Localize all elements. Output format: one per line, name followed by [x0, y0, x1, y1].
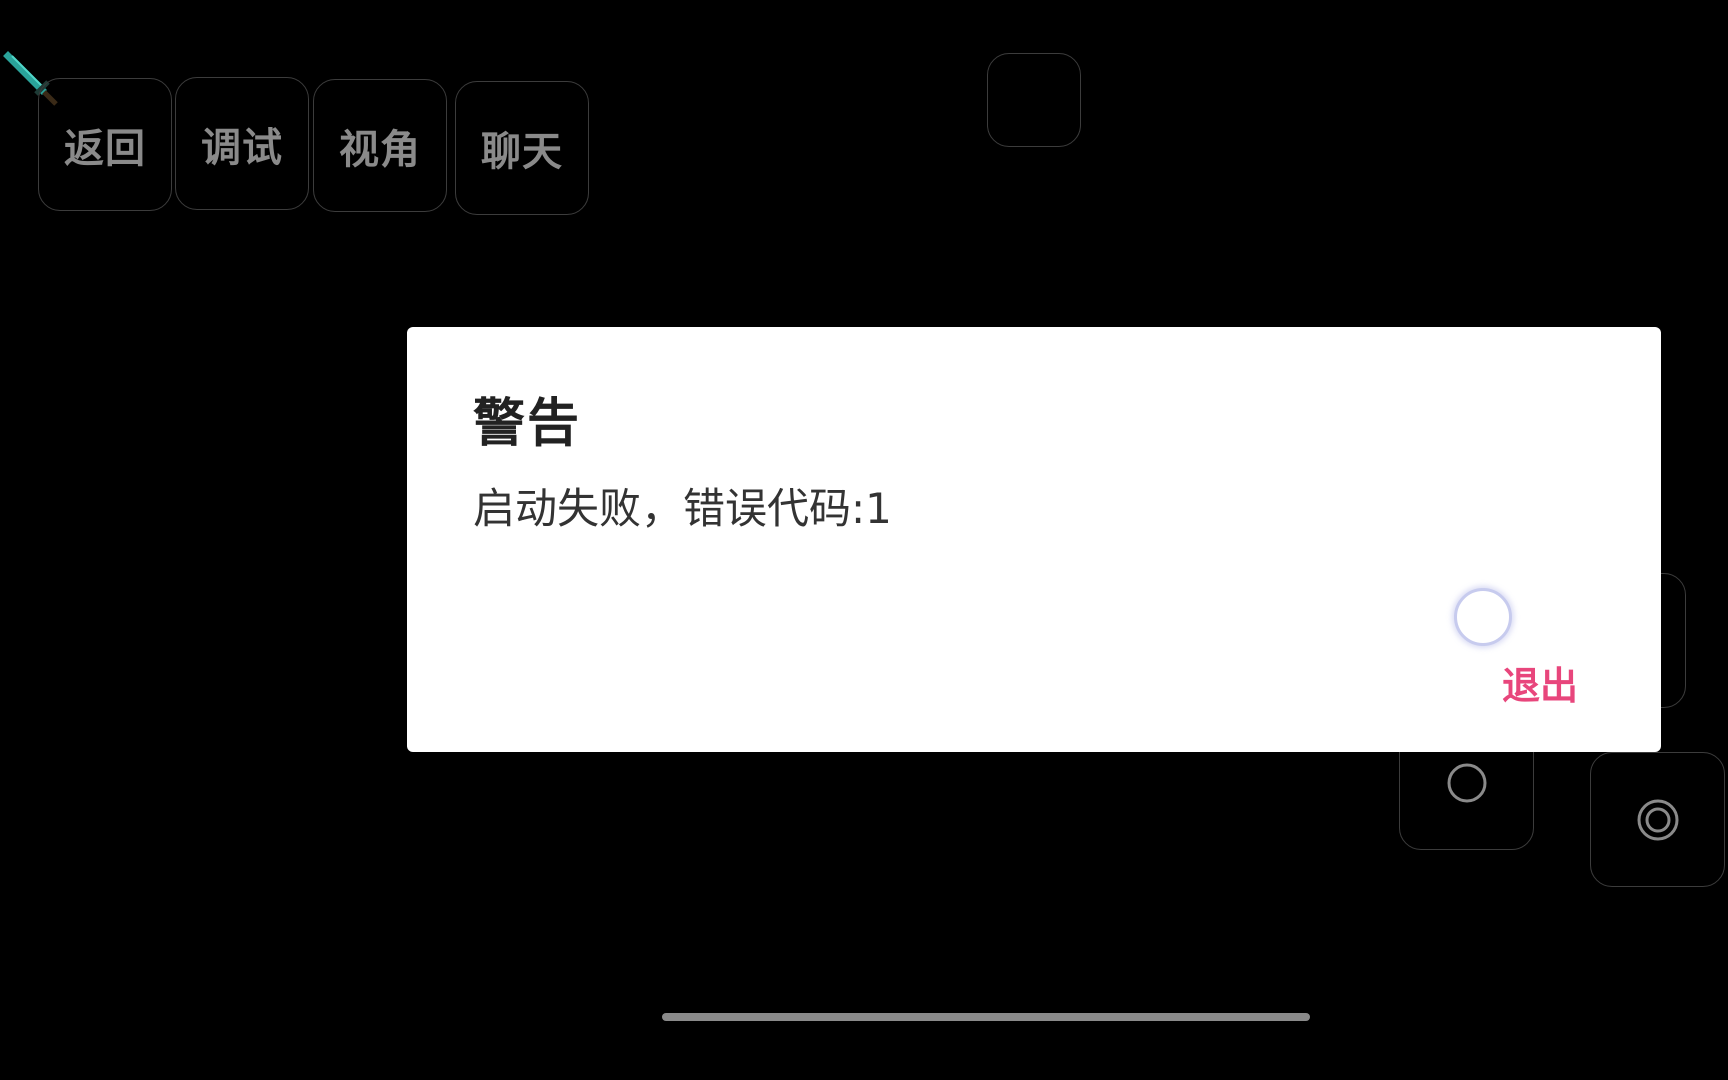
view-button[interactable]: 视角: [313, 79, 447, 212]
chat-button[interactable]: 聊天: [455, 81, 589, 215]
circle-icon: [1447, 763, 1486, 802]
debug-button[interactable]: 调试: [175, 77, 309, 210]
attack-button[interactable]: [1590, 752, 1725, 887]
back-button[interactable]: 返回: [38, 78, 172, 211]
warning-dialog: 警告 启动失败，错误代码:1 退出: [407, 327, 1661, 752]
exit-button[interactable]: 退出: [1502, 655, 1578, 710]
inventory-slot-button[interactable]: [987, 53, 1081, 147]
dialog-title: 警告: [473, 394, 582, 454]
target-icon: [1637, 799, 1678, 840]
touch-ripple-indicator: [1454, 588, 1512, 646]
home-indicator[interactable]: [662, 1013, 1310, 1021]
game-screen: 返回 调试 视角 聊天 警告 启动失败，错误代码:1 退出: [0, 0, 1728, 1080]
dialog-message: 启动失败，错误代码:1: [473, 484, 892, 533]
